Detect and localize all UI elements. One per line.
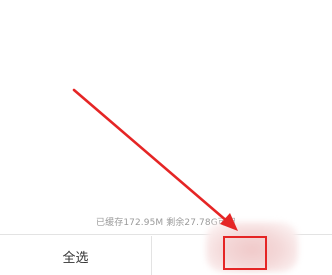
- annotation-highlight-box: [223, 236, 267, 270]
- download-manager-screen: 已缓存172.95M 剩余27.78G可用 全选 删除: [0, 0, 332, 275]
- select-all-button[interactable]: 全选: [0, 236, 152, 275]
